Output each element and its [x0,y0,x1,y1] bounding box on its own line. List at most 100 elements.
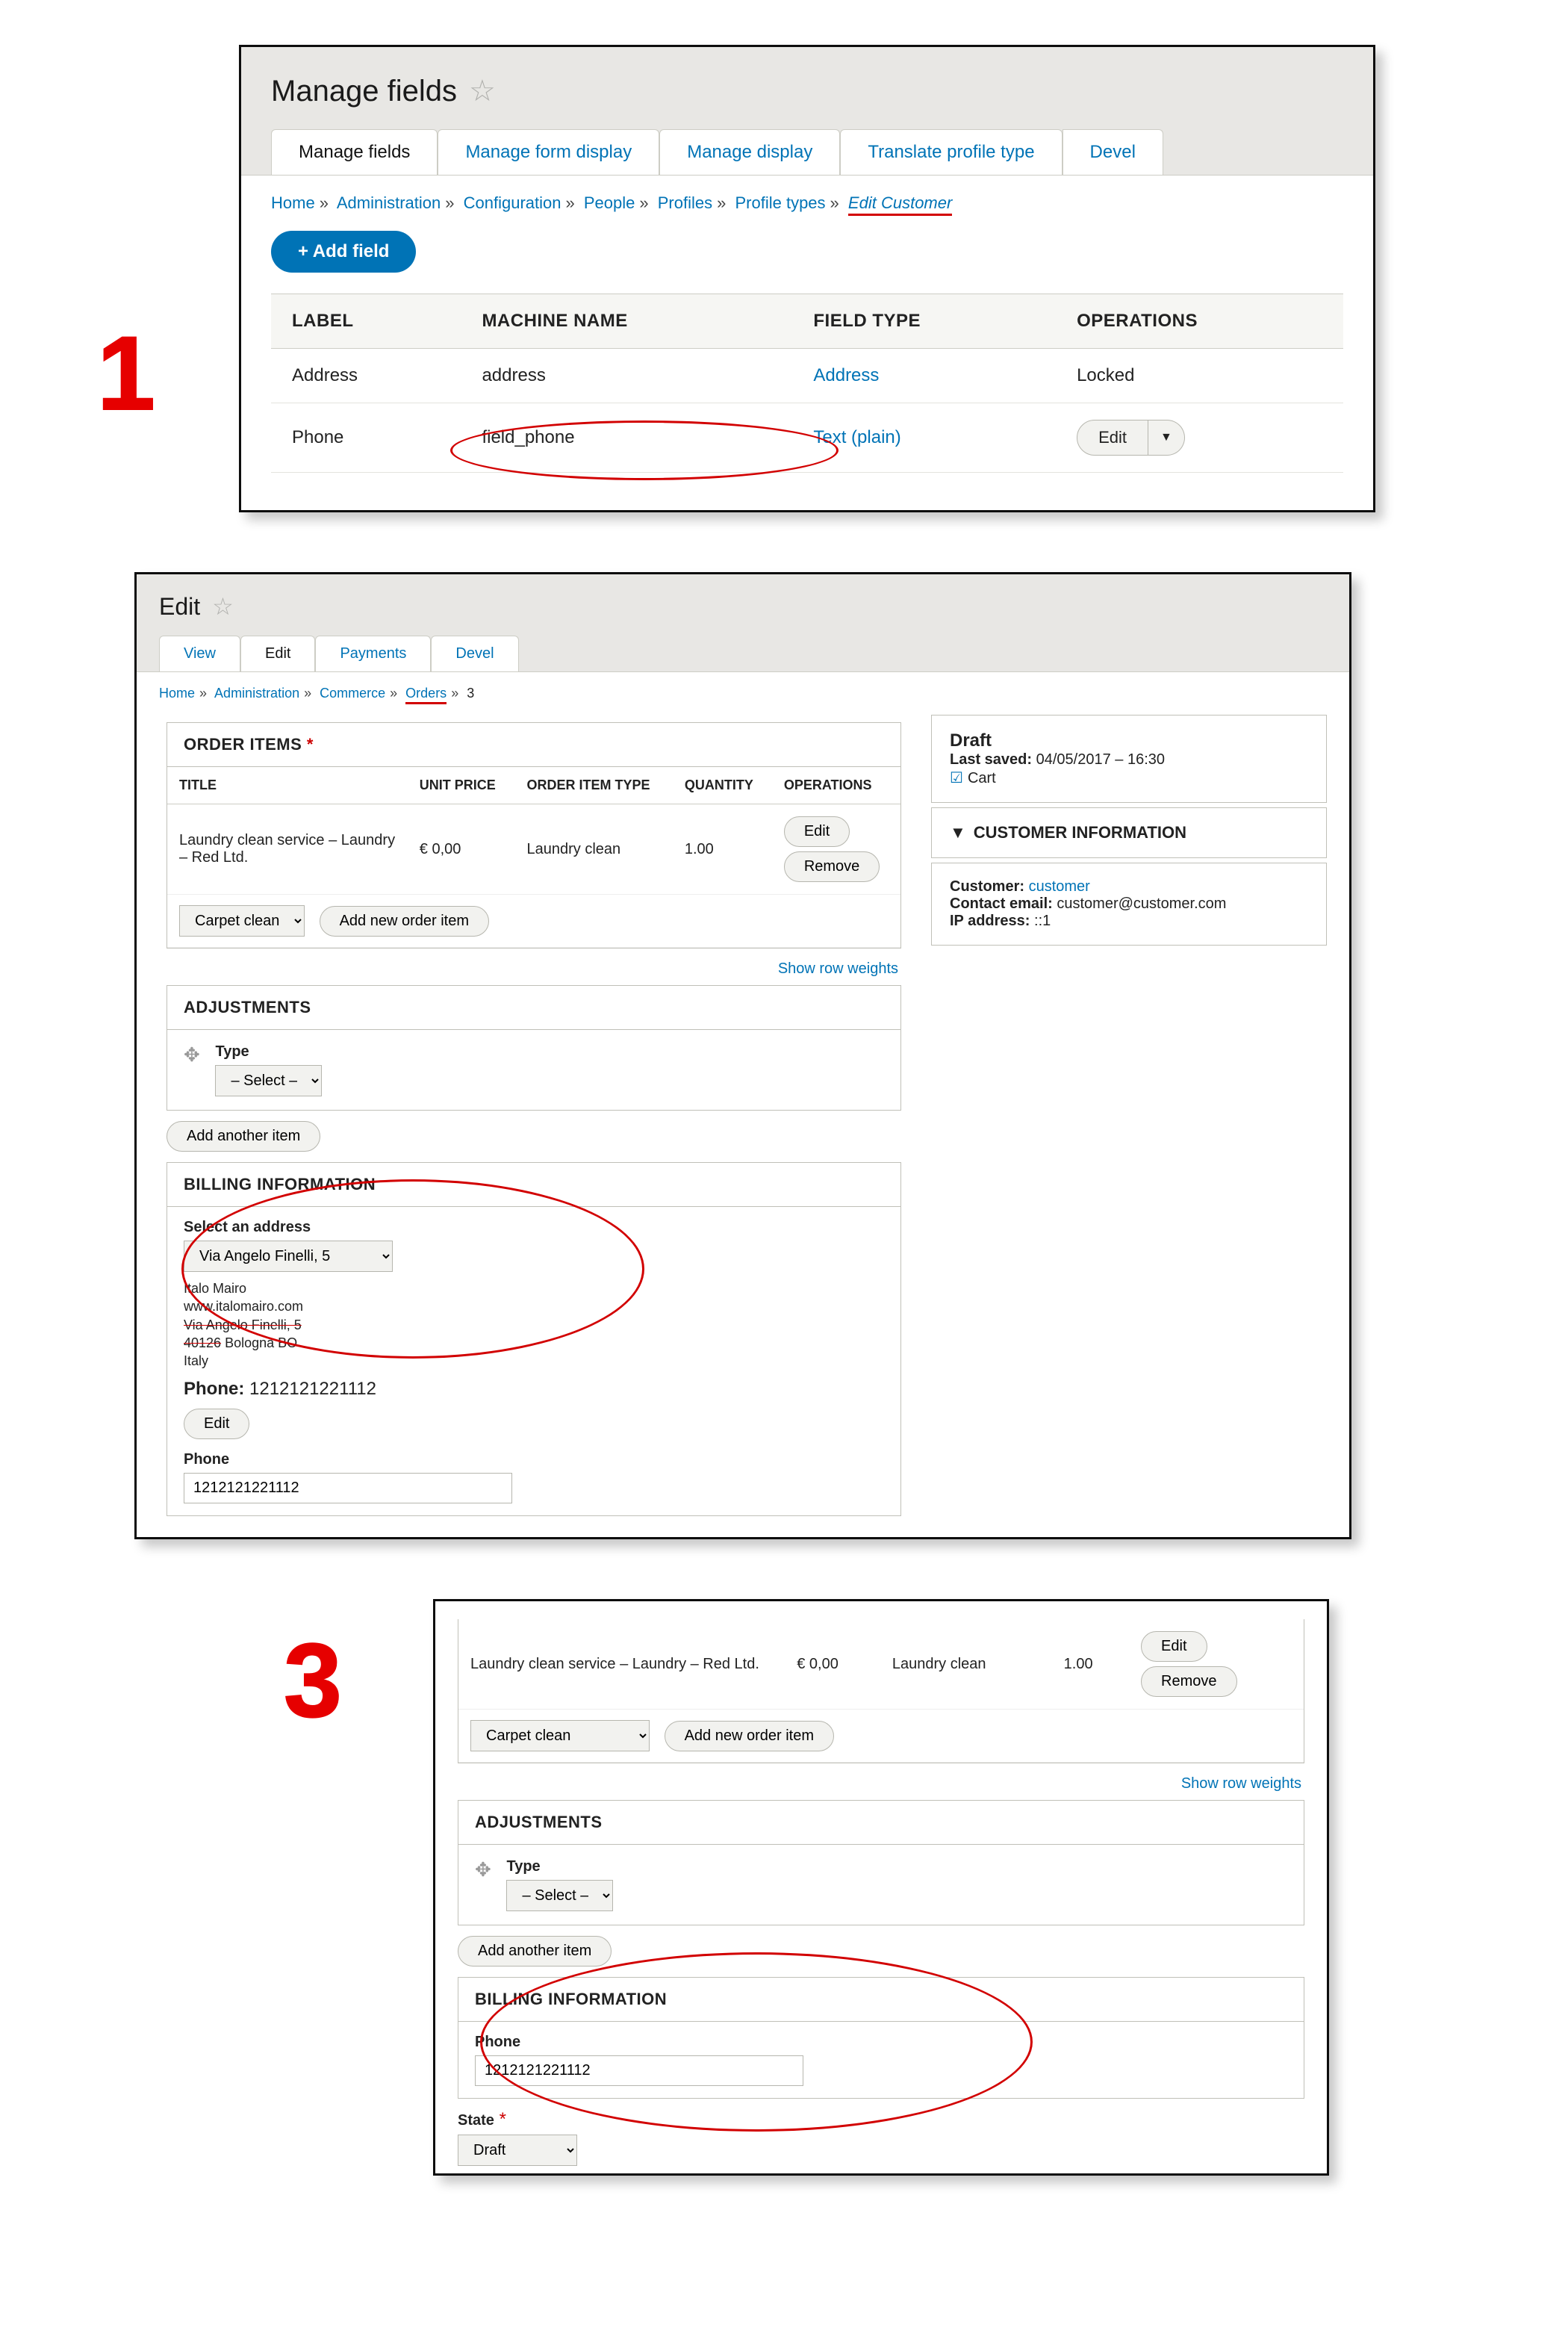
primary-tabs: Manage fields Manage form display Manage… [271,129,1343,175]
draft-status: Draft [950,730,1308,751]
page-title: Manage fields [271,75,457,108]
table-row: Carpet clean Add new order item [167,895,900,948]
customer-info-body: Customer: customer Contact email: custom… [931,863,1327,946]
drag-icon[interactable]: ✥ [184,1043,200,1066]
edit-button[interactable]: Edit [1077,420,1148,456]
remove-button[interactable]: Remove [1141,1666,1236,1697]
star-icon[interactable]: ☆ [469,74,496,108]
breadcrumb: Home» Administration» Commerce» Orders» … [159,686,1327,701]
chevron-down-icon: ▼ [950,823,966,842]
cell-machine: field_phone [461,403,792,473]
add-order-item-button[interactable]: Add new order item [320,906,489,937]
tab-manage-display[interactable]: Manage display [659,129,840,175]
table-row: Laundry clean service – Laundry – Red Lt… [458,1619,1304,1710]
phone-field-label: Phone [475,2034,1287,2051]
col-ops: OPERATIONS [1056,294,1343,349]
tab-manage-fields[interactable]: Manage fields [271,129,438,175]
state-label: State [458,2112,494,2129]
order-item-select[interactable]: Carpet clean [470,1720,650,1751]
checkbox-icon[interactable]: ☑ [950,770,963,786]
crumb-home[interactable]: Home [159,686,195,701]
oi-title: Laundry clean service – Laundry – Red Lt… [167,804,408,895]
crumb-profile-types[interactable]: Profile types [735,193,825,212]
panel-manage-fields: Manage fields ☆ Manage fields Manage for… [239,45,1375,512]
adjustments-heading: ADJUSTMENTS [458,1800,1304,1844]
type-label: Type [215,1043,322,1061]
show-row-weights-link[interactable]: Show row weights [461,1775,1301,1792]
customer-info-toggle[interactable]: ▼ CUSTOMER INFORMATION [931,807,1327,858]
address-block: Italo Mairo www.italomairo.com Via Angel… [184,1279,884,1370]
oi-ops: Edit Remove [1129,1619,1304,1710]
crumb-id: 3 [467,686,474,701]
tab-devel[interactable]: Devel [431,636,518,671]
tab-translate-profile[interactable]: Translate profile type [840,129,1062,175]
add-field-button[interactable]: + Add field [271,231,416,273]
fields-table: LABEL MACHINE NAME FIELD TYPE OPERATIONS… [271,294,1343,473]
crumb-admin[interactable]: Administration [214,686,299,701]
remove-button[interactable]: Remove [784,851,880,882]
phone-value: 1212121221112 [249,1379,376,1399]
crumb-home[interactable]: Home [271,193,315,212]
phone-field-label: Phone [184,1451,884,1468]
col-itemtype: ORDER ITEM TYPE [515,767,673,804]
crumb-commerce[interactable]: Commerce [320,686,385,701]
crumb-profiles[interactable]: Profiles [658,193,712,212]
oi-price: € 0,00 [785,1619,880,1710]
phone-input[interactable] [184,1473,512,1503]
order-items-heading: ORDER ITEMS [184,735,302,754]
crumb-edit-customer[interactable]: Edit Customer [848,193,952,216]
tab-edit[interactable]: Edit [240,636,315,671]
add-another-item-button[interactable]: Add another item [458,1936,612,1967]
cell-op: Edit ▼ [1056,403,1343,473]
edit-button[interactable]: Edit [1141,1631,1207,1662]
type-select[interactable]: – Select – [215,1065,322,1096]
order-item-select[interactable]: Carpet clean [179,905,305,937]
edit-button[interactable]: Edit [184,1409,249,1439]
col-price: UNIT PRICE [408,767,515,804]
crumb-config[interactable]: Configuration [464,193,561,212]
billing-heading: BILLING INFORMATION [458,1978,1304,2022]
annotation-3: 3 [284,1628,342,1733]
cell-op: Locked [1056,349,1343,403]
tab-view[interactable]: View [159,636,240,671]
customer-link[interactable]: customer [1029,878,1090,895]
crumb-admin[interactable]: Administration [337,193,441,212]
phone-label: Phone: [184,1379,244,1399]
panel-edit-order-cropped: Laundry clean service – Laundry – Red Lt… [433,1599,1329,2176]
last-saved: 04/05/2017 – 16:30 [1036,751,1165,768]
oi-ops: Edit Remove [772,804,900,895]
order-items-table: Laundry clean service – Laundry – Red Lt… [458,1619,1304,1763]
edit-dropdown[interactable]: Edit ▼ [1077,420,1185,456]
cell-type[interactable]: Address [792,349,1056,403]
tab-manage-form-display[interactable]: Manage form display [438,129,659,175]
address-select[interactable]: Via Angelo Finelli, 5 [184,1241,393,1272]
chevron-down-icon[interactable]: ▼ [1148,420,1185,456]
oi-type: Laundry clean [515,804,673,895]
cell-machine: address [461,349,792,403]
col-ops: OPERATIONS [772,767,900,804]
tab-devel[interactable]: Devel [1063,129,1163,175]
page-title: Edit [159,593,200,621]
star-icon[interactable]: ☆ [212,592,234,621]
order-items-table: TITLE UNIT PRICE ORDER ITEM TYPE QUANTIT… [167,767,900,948]
phone-input[interactable] [475,2055,803,2086]
drag-icon[interactable]: ✥ [475,1858,491,1881]
oi-qty: 1.00 [1052,1619,1129,1710]
edit-button[interactable]: Edit [784,816,850,847]
type-select[interactable]: – Select – [506,1880,613,1911]
cart-label: Cart [968,770,996,786]
state-select[interactable]: Draft [458,2135,577,2166]
crumb-people[interactable]: People [584,193,635,212]
tab-payments[interactable]: Payments [315,636,431,671]
add-another-item-button[interactable]: Add another item [167,1121,320,1152]
oi-price: € 0,00 [408,804,515,895]
type-label: Type [506,1858,613,1875]
cell-type[interactable]: Text (plain) [792,403,1056,473]
ip-address: ::1 [1034,913,1051,929]
cell-label: Phone [271,403,461,473]
annotation-1: 1 [97,321,155,426]
table-row: Laundry clean service – Laundry – Red Lt… [167,804,900,895]
add-order-item-button[interactable]: Add new order item [665,1721,834,1751]
crumb-orders[interactable]: Orders [405,686,447,704]
show-row-weights-link[interactable]: Show row weights [169,960,898,978]
